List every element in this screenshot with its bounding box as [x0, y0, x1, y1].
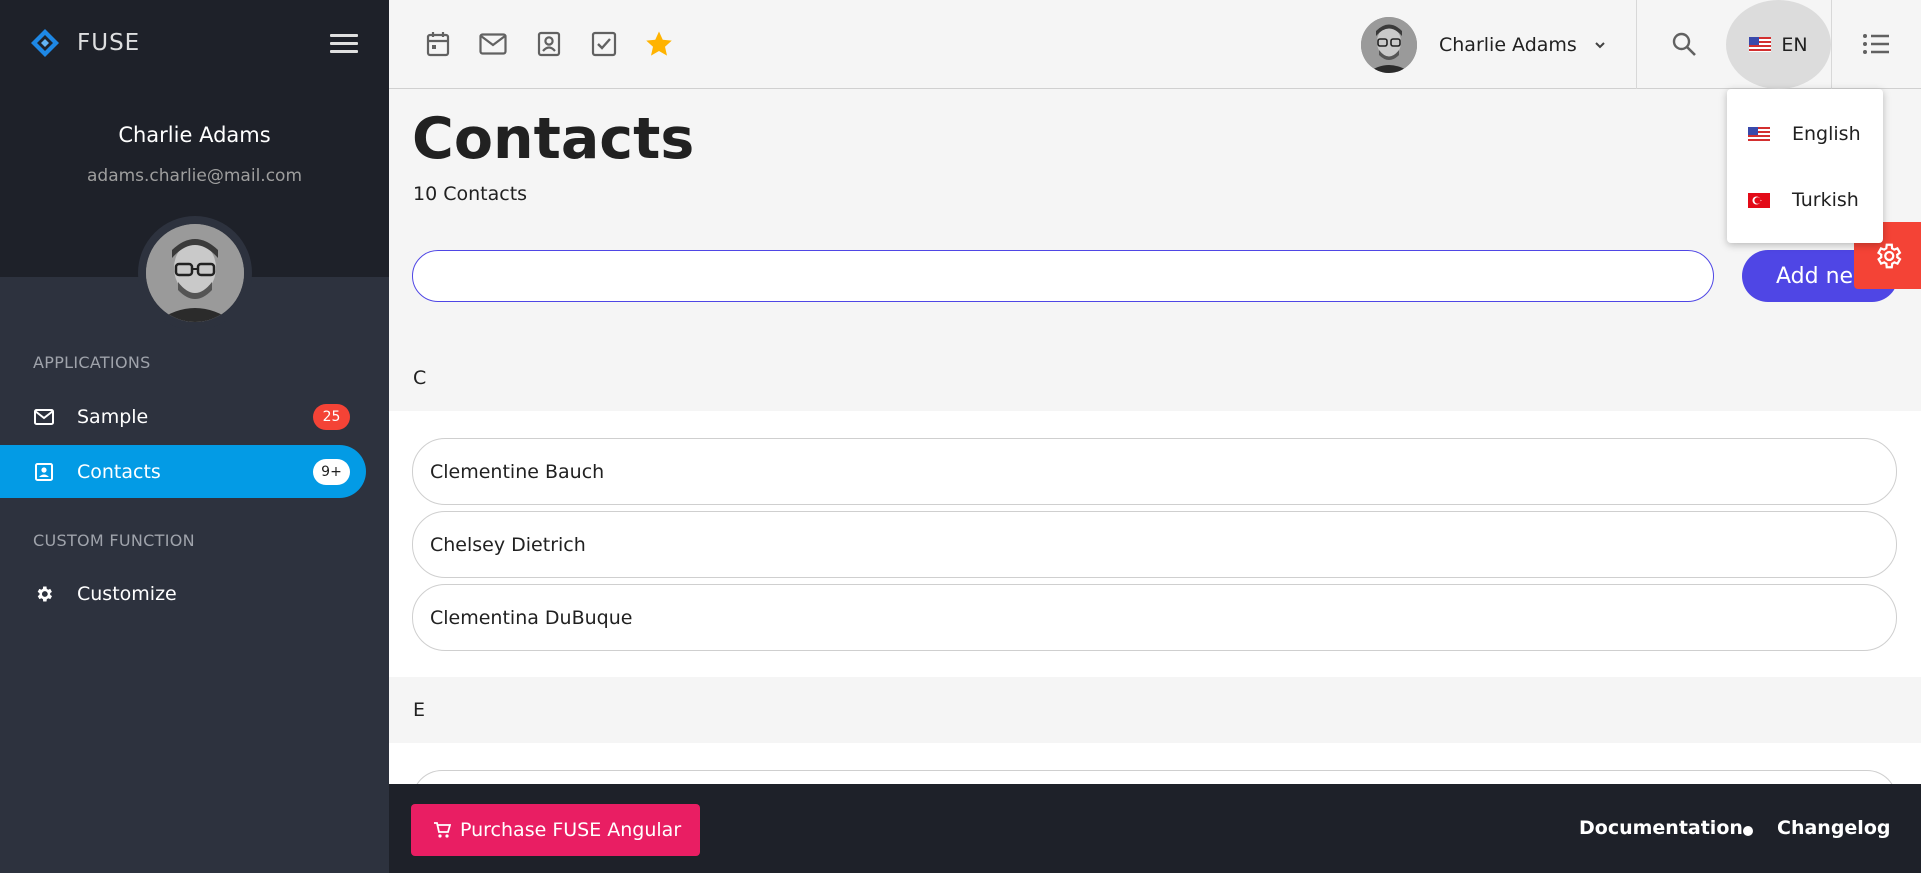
page-title: Contacts — [412, 106, 695, 172]
contacts-icon[interactable] — [533, 28, 565, 60]
sidebar-item-label: Customize — [77, 582, 177, 605]
task-check-icon[interactable] — [588, 28, 620, 60]
footer-separator-dot — [1743, 826, 1753, 836]
sidebar-item-sample[interactable]: Sample 25 — [0, 390, 366, 443]
group-header-c: C — [389, 345, 1921, 411]
language-code: EN — [1781, 33, 1808, 56]
contacts-count: 10 Contacts — [413, 183, 528, 205]
user-menu[interactable]: Charlie Adams — [1361, 16, 1607, 74]
toolbar-user-name: Charlie Adams — [1439, 34, 1577, 56]
toolbar-divider — [1831, 0, 1832, 89]
avatar — [1361, 17, 1417, 73]
list-item[interactable]: Clementina DuBuque — [412, 584, 1897, 651]
avatar — [146, 224, 244, 322]
language-option-english[interactable]: English — [1727, 101, 1883, 167]
sidebar-item-contacts[interactable]: Contacts 9+ — [0, 445, 366, 498]
language-option-turkish[interactable]: Turkish — [1727, 167, 1883, 233]
toolbar-divider — [1636, 0, 1637, 89]
sidebar-user-email: adams.charlie@mail.com — [86, 166, 302, 186]
mail-icon — [33, 406, 55, 428]
sidebar-item-label: Contacts — [77, 460, 161, 483]
brand-name: FUSE — [77, 30, 141, 56]
sidebar-item-label: Sample — [77, 405, 149, 428]
language-menu: English Turkish — [1727, 89, 1883, 243]
us-flag-icon — [1748, 126, 1770, 142]
gear-icon — [33, 583, 55, 605]
calendar-icon[interactable] — [422, 28, 454, 60]
sidebar-avatar — [138, 216, 252, 330]
us-flag-icon — [1749, 37, 1772, 52]
search-icon[interactable] — [1668, 28, 1700, 60]
toolbar: Charlie Adams EN — [389, 0, 1921, 89]
language-switcher-button[interactable]: EN — [1726, 0, 1831, 89]
sidebar-user-name: Charlie Adams — [118, 123, 271, 147]
nav-heading-applications: APPLICATIONS — [33, 353, 151, 372]
star-icon[interactable] — [643, 28, 675, 60]
language-option-label: English — [1792, 123, 1861, 145]
changelog-link[interactable]: Changelog — [1777, 817, 1890, 839]
sample-count-badge: 25 — [313, 404, 350, 430]
list-item[interactable]: Chelsey Dietrich — [412, 511, 1897, 578]
nav-heading-custom-function: CUSTOM FUNCTION — [33, 531, 195, 550]
contacts-count-badge: 9+ — [313, 459, 350, 485]
menu-toggle-icon[interactable] — [330, 34, 358, 58]
fuse-logo-icon — [31, 29, 59, 57]
sidebar-item-customize[interactable]: Customize — [0, 567, 366, 620]
sidebar: FUSE Charlie Adams adams.charlie@mail.co… — [0, 0, 389, 873]
purchase-button[interactable]: Purchase FUSE Angular — [411, 804, 700, 856]
documentation-link[interactable]: Documentation — [1579, 817, 1743, 839]
chevron-down-icon — [1595, 42, 1605, 49]
gear-icon — [1876, 243, 1901, 268]
group-header-e: E — [389, 677, 1921, 743]
cart-icon — [434, 822, 451, 838]
brand[interactable]: FUSE — [30, 28, 140, 58]
mail-icon[interactable] — [477, 28, 509, 60]
contacts-icon — [33, 461, 55, 483]
language-option-label: Turkish — [1792, 189, 1859, 211]
quick-panel-list-icon[interactable] — [1860, 28, 1892, 60]
tr-flag-icon — [1748, 192, 1770, 208]
purchase-label: Purchase FUSE Angular — [460, 819, 682, 841]
list-item[interactable]: Clementine Bauch — [412, 438, 1897, 505]
search-input[interactable] — [412, 250, 1714, 302]
